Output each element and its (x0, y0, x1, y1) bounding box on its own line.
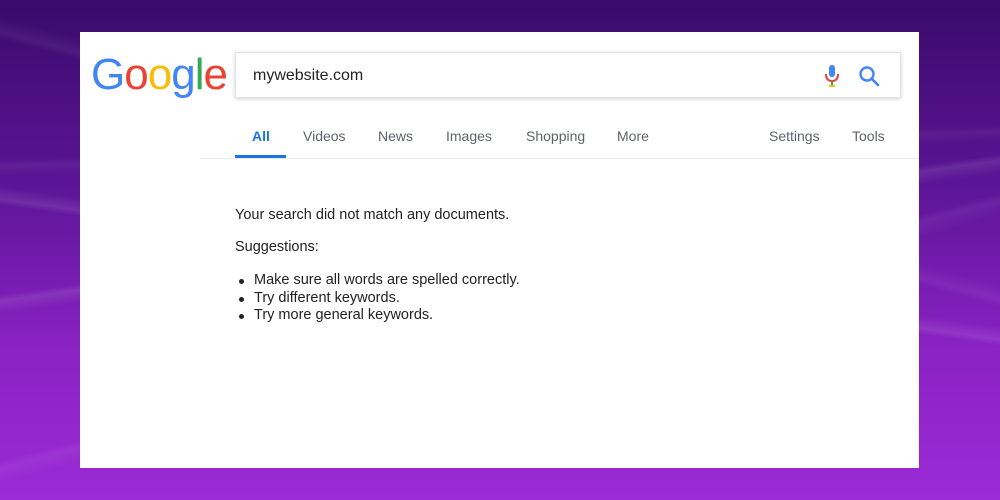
logo-letter: o (147, 50, 173, 99)
search-icon[interactable] (858, 65, 880, 87)
list-item: Make sure all words are spelled correctl… (235, 272, 520, 290)
tab-divider (200, 158, 919, 159)
logo-letter: G (91, 50, 125, 99)
list-item: Try more general keywords. (235, 307, 520, 325)
suggestions-list: Make sure all words are spelled correctl… (235, 272, 520, 325)
tab-more[interactable]: More (617, 128, 649, 144)
search-box[interactable]: mywebsite.com (235, 52, 901, 98)
search-results-page: Google mywebsite.com All Videos News Ima… (80, 32, 919, 468)
search-input[interactable]: mywebsite.com (253, 67, 363, 85)
tab-news[interactable]: News (378, 128, 413, 144)
tab-settings[interactable]: Settings (769, 128, 820, 144)
tab-tools[interactable]: Tools (852, 128, 885, 144)
logo-letter: l (194, 50, 205, 99)
mic-icon[interactable] (824, 64, 840, 88)
logo-letter: g (171, 50, 196, 99)
logo-letter: e (203, 50, 228, 99)
list-item: Try different keywords. (235, 290, 520, 308)
search-tabs: All Videos News Images Shopping More Set… (235, 120, 901, 158)
tab-videos[interactable]: Videos (303, 128, 346, 144)
no-results-message: Your search did not match any documents. (235, 207, 510, 223)
suggestions-heading: Suggestions: (235, 239, 319, 255)
logo-letter: o (124, 50, 149, 99)
tab-all[interactable]: All (252, 128, 270, 144)
tab-shopping[interactable]: Shopping (526, 128, 585, 144)
google-logo[interactable]: Google (91, 50, 228, 100)
tab-images[interactable]: Images (446, 128, 492, 144)
